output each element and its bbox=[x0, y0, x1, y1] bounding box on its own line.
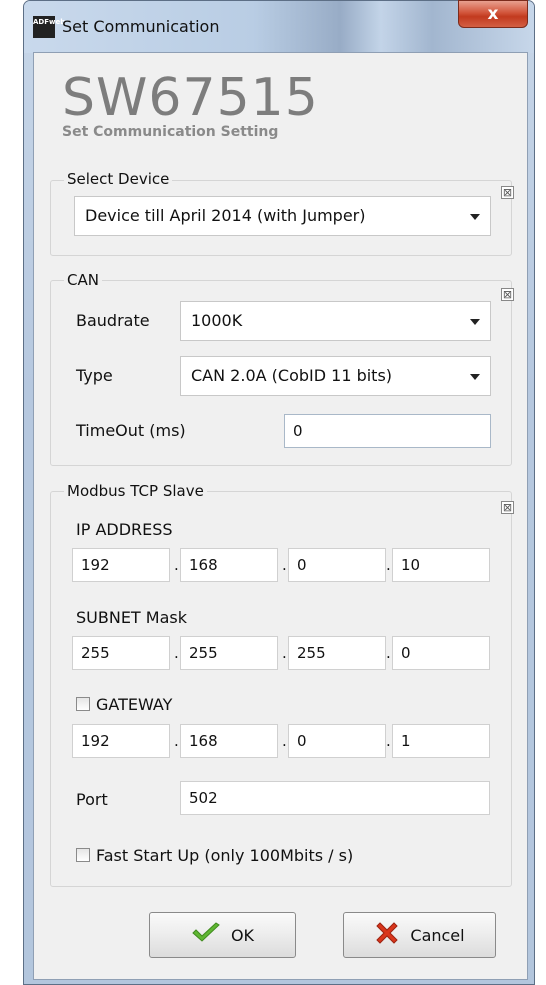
port-input[interactable]: 502 bbox=[180, 781, 490, 815]
modbus-close-icon[interactable]: ⊠ bbox=[501, 501, 514, 514]
gateway-label: GATEWAY bbox=[96, 695, 173, 714]
port-label: Port bbox=[76, 790, 108, 809]
gateway-octet-3[interactable]: 0 bbox=[288, 724, 386, 758]
chevron-down-icon bbox=[470, 319, 480, 325]
ip-octet-1[interactable]: 192 bbox=[72, 548, 170, 582]
close-icon bbox=[374, 920, 400, 950]
subnet-mask-label: SUBNET Mask bbox=[76, 608, 187, 627]
baudrate-value: 1000K bbox=[191, 311, 243, 330]
subnet-octet-1[interactable]: 255 bbox=[72, 636, 170, 670]
select-device-legend: Select Device bbox=[64, 170, 173, 188]
product-subtitle: Set Communication Setting bbox=[62, 124, 279, 140]
gateway-octet-2[interactable]: 168 bbox=[180, 724, 278, 758]
gateway-octet-4[interactable]: 1 bbox=[392, 724, 490, 758]
ip-dot: . bbox=[386, 556, 391, 574]
modbus-legend: Modbus TCP Slave bbox=[64, 482, 207, 500]
subnet-dot: . bbox=[386, 644, 391, 662]
device-select[interactable]: Device till April 2014 (with Jumper) bbox=[74, 196, 491, 236]
gateway-dot: . bbox=[174, 732, 179, 750]
close-button[interactable]: x bbox=[458, 0, 528, 28]
subnet-octet-2[interactable]: 255 bbox=[180, 636, 278, 670]
fast-start-checkbox[interactable] bbox=[76, 848, 90, 862]
gateway-dot: . bbox=[282, 732, 287, 750]
baudrate-select[interactable]: 1000K bbox=[180, 301, 491, 341]
close-icon: x bbox=[487, 4, 499, 24]
gateway-octet-1[interactable]: 192 bbox=[72, 724, 170, 758]
chevron-down-icon bbox=[470, 374, 480, 380]
ip-octet-4[interactable]: 10 bbox=[392, 548, 490, 582]
ip-address-label: IP ADDRESS bbox=[76, 520, 173, 539]
ok-label: OK bbox=[230, 925, 255, 945]
can-legend: CAN bbox=[64, 271, 102, 289]
fast-start-label: Fast Start Up (only 100Mbits / s) bbox=[96, 846, 354, 865]
subnet-dot: . bbox=[174, 644, 179, 662]
type-value: CAN 2.0A (CobID 11 bits) bbox=[191, 366, 393, 385]
timeout-label: TimeOut (ms) bbox=[76, 421, 186, 440]
subnet-octet-3[interactable]: 255 bbox=[288, 636, 386, 670]
cancel-button[interactable]: Cancel bbox=[343, 912, 496, 958]
ip-octet-2[interactable]: 168 bbox=[180, 548, 278, 582]
ip-dot: . bbox=[282, 556, 287, 574]
check-icon bbox=[191, 922, 221, 948]
select-device-close-icon[interactable]: ⊠ bbox=[501, 186, 514, 199]
app-icon: ADFweb bbox=[33, 16, 65, 38]
subnet-dot: . bbox=[282, 644, 287, 662]
gateway-dot: . bbox=[386, 732, 391, 750]
chevron-down-icon bbox=[470, 214, 480, 220]
product-title: SW67515 bbox=[62, 68, 319, 128]
type-label: Type bbox=[76, 366, 113, 385]
baudrate-label: Baudrate bbox=[76, 311, 150, 330]
ip-octet-3[interactable]: 0 bbox=[288, 548, 386, 582]
device-select-value: Device till April 2014 (with Jumper) bbox=[85, 206, 366, 225]
subnet-octet-4[interactable]: 0 bbox=[392, 636, 490, 670]
window-title: Set Communication bbox=[62, 17, 220, 36]
gateway-checkbox[interactable] bbox=[76, 697, 90, 711]
ok-button[interactable]: OK bbox=[149, 912, 296, 958]
cancel-label: Cancel bbox=[410, 925, 465, 945]
ip-dot: . bbox=[174, 556, 179, 574]
type-select[interactable]: CAN 2.0A (CobID 11 bits) bbox=[180, 356, 491, 396]
timeout-input[interactable]: 0 bbox=[284, 414, 491, 448]
can-close-icon[interactable]: ⊠ bbox=[501, 288, 514, 301]
